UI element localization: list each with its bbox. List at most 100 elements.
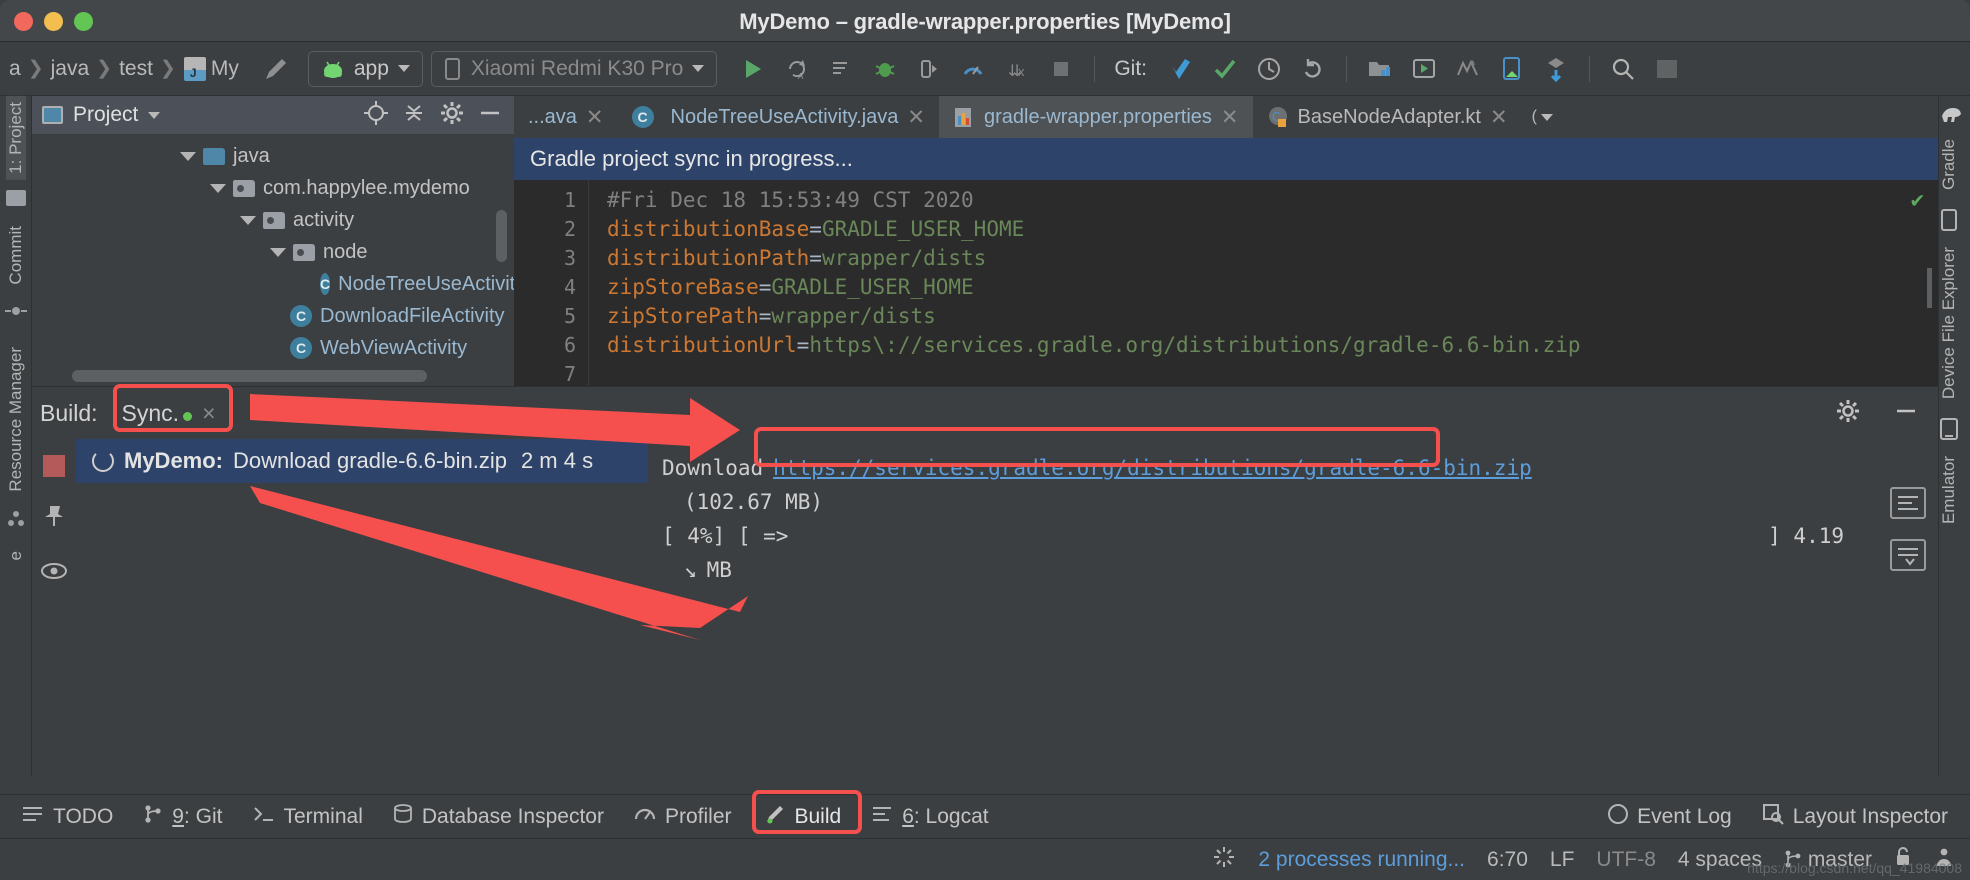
profiler-icon[interactable] bbox=[953, 49, 993, 89]
close-icon[interactable]: ✕ bbox=[1221, 105, 1239, 130]
close-icon[interactable]: ✕ bbox=[586, 105, 604, 130]
chevron-down-icon[interactable] bbox=[210, 183, 226, 193]
breadcrumb[interactable]: a ❯ java ❯ test ❯ My bbox=[0, 56, 246, 81]
bottom-item-terminal[interactable]: Terminal bbox=[241, 801, 375, 833]
stop-stepping-icon[interactable]: ⇊ x bbox=[997, 49, 1037, 89]
tree-item-nodetreeuseactivity[interactable]: C NodeTreeUseActivity bbox=[32, 268, 525, 300]
tab-nodetreeuseactivity[interactable]: C NodeTreeUseActivity.java ✕ bbox=[618, 96, 939, 138]
tree-item-downloadfileactivity[interactable]: C DownloadFileActivity bbox=[32, 300, 514, 332]
expand-icon[interactable] bbox=[1890, 487, 1926, 519]
sidebar-item-project[interactable]: 1: Project bbox=[5, 96, 26, 180]
bottom-item-git[interactable]: 9: Git bbox=[131, 800, 234, 834]
editor-vertical-scrollbar[interactable] bbox=[1927, 268, 1932, 308]
device-file-explorer-icon[interactable] bbox=[1492, 49, 1532, 89]
tree-item-node[interactable]: node bbox=[32, 236, 514, 268]
status-processes[interactable]: 2 processes running... bbox=[1258, 848, 1465, 872]
java-file-icon bbox=[183, 56, 206, 81]
project-vertical-scrollbar[interactable] bbox=[496, 210, 507, 262]
status-line-separator[interactable]: LF bbox=[1550, 848, 1575, 872]
tab-java-partial[interactable]: ...ava ✕ bbox=[514, 96, 618, 138]
settings-icon[interactable] bbox=[438, 99, 466, 132]
tab-basenodeadapter-kt[interactable]: C BaseNodeAdapter.kt ✕ bbox=[1253, 96, 1522, 138]
bottom-item-event-log[interactable]: Event Log bbox=[1596, 799, 1744, 835]
breadcrumb-item-3[interactable]: My bbox=[211, 57, 246, 81]
download-progress-line: [ 4%] [ => ] 4.19 bbox=[662, 519, 1878, 553]
tree-item-java[interactable]: java bbox=[32, 140, 514, 172]
history-icon[interactable] bbox=[1249, 49, 1289, 89]
project-view-icon bbox=[42, 106, 63, 124]
close-icon[interactable]: ✕ bbox=[1490, 105, 1508, 130]
chevron-down-icon[interactable] bbox=[240, 215, 256, 225]
chevron-down-icon[interactable] bbox=[180, 151, 196, 161]
settings-icon[interactable] bbox=[1834, 397, 1862, 430]
build-hammer-icon[interactable] bbox=[260, 54, 290, 84]
hide-icon[interactable] bbox=[1892, 397, 1920, 430]
download-url-link[interactable]: https://services.gradle.org/distribution… bbox=[773, 456, 1532, 480]
chevron-down-icon[interactable] bbox=[270, 247, 286, 257]
git-update-icon[interactable] bbox=[1161, 49, 1201, 89]
apply-changes-icon[interactable]: A bbox=[777, 49, 817, 89]
sdk-manager-icon[interactable] bbox=[1448, 49, 1488, 89]
chevron-down-icon[interactable] bbox=[148, 111, 161, 119]
bottom-item-build[interactable]: Build bbox=[750, 798, 854, 836]
project-tree[interactable]: java com.happylee.mydemo activity node C… bbox=[32, 134, 525, 364]
eye-icon[interactable] bbox=[40, 560, 68, 587]
inspection-ok-icon[interactable]: ✔ bbox=[1911, 188, 1924, 213]
code-key: distributionPath bbox=[607, 246, 810, 270]
code-line-2: distributionBase=GRADLE_USER_HOME bbox=[607, 215, 1938, 244]
stop-build-icon[interactable] bbox=[43, 455, 65, 477]
project-panel-header: Project bbox=[32, 96, 514, 134]
avd-manager-icon[interactable] bbox=[1404, 49, 1444, 89]
git-commit-icon[interactable] bbox=[1205, 49, 1245, 89]
pin-icon[interactable] bbox=[41, 503, 67, 534]
tree-item-webviewactivity[interactable]: C WebViewActivity bbox=[32, 332, 514, 364]
apply-code-changes-icon[interactable] bbox=[821, 49, 861, 89]
build-sync-tab[interactable]: Sync. × bbox=[105, 393, 232, 433]
stop-icon[interactable] bbox=[1041, 49, 1081, 89]
bottom-item-logcat[interactable]: 6: Logcat bbox=[859, 801, 1000, 833]
locate-icon[interactable] bbox=[362, 99, 390, 132]
collapse-all-icon[interactable] bbox=[400, 99, 428, 132]
chevron-down-icon[interactable] bbox=[1540, 113, 1553, 121]
search-icon[interactable] bbox=[1603, 49, 1643, 89]
undo-icon[interactable] bbox=[1293, 49, 1333, 89]
collapse-icon[interactable] bbox=[1890, 539, 1926, 571]
layout-capture-icon[interactable] bbox=[1536, 49, 1576, 89]
sidebar-item-resource-manager[interactable]: Resource Manager bbox=[6, 341, 26, 498]
sidebar-item-device-file-explorer[interactable]: Device File Explorer bbox=[1939, 241, 1959, 405]
build-task-row[interactable]: MyDemo: Download gradle-6.6-bin.zip 2 m … bbox=[76, 439, 648, 483]
breadcrumb-item-1[interactable]: java bbox=[44, 57, 97, 81]
close-icon[interactable]: × bbox=[202, 400, 215, 427]
breadcrumb-item-2[interactable]: test bbox=[112, 57, 160, 81]
bottom-item-todo[interactable]: TODO bbox=[10, 801, 125, 833]
tree-item-package-root[interactable]: com.happylee.mydemo bbox=[32, 172, 514, 204]
sidebar-item-commit[interactable]: Commit bbox=[6, 220, 26, 291]
git-branch-icon bbox=[143, 804, 163, 830]
build-task-tree[interactable]: MyDemo: Download gradle-6.6-bin.zip 2 m … bbox=[76, 439, 648, 777]
tab-gradle-wrapper-properties[interactable]: gradle-wrapper.properties ✕ bbox=[939, 96, 1253, 138]
hide-icon[interactable] bbox=[476, 99, 504, 132]
sidebar-item-e[interactable]: e bbox=[6, 545, 26, 566]
tree-item-activity[interactable]: activity bbox=[32, 204, 514, 236]
project-horizontal-scrollbar[interactable] bbox=[72, 370, 427, 382]
code-lines[interactable]: #Fri Dec 18 15:53:49 CST 2020 distributi… bbox=[588, 180, 1938, 386]
breadcrumb-item-0[interactable]: a bbox=[2, 57, 28, 81]
sidebar-item-gradle[interactable]: Gradle bbox=[1939, 133, 1959, 196]
status-encoding[interactable]: UTF-8 bbox=[1596, 848, 1656, 872]
device-selector[interactable]: Xiaomi Redmi K30 Pro bbox=[430, 50, 718, 87]
debug-icon[interactable] bbox=[865, 49, 905, 89]
bottom-item-layout-inspector[interactable]: Layout Inspector bbox=[1750, 799, 1960, 835]
bottom-item-database-inspector[interactable]: Database Inspector bbox=[381, 800, 616, 834]
status-caret-position[interactable]: 6:70 bbox=[1487, 848, 1528, 872]
module-selector[interactable]: app bbox=[307, 50, 423, 87]
bottom-item-profiler[interactable]: Profiler bbox=[622, 800, 744, 834]
attach-debugger-icon[interactable] bbox=[909, 49, 949, 89]
code-view[interactable]: 1 2 3 4 5 6 7 #Fri Dec 18 15:53:49 CST 2… bbox=[514, 180, 1938, 386]
sidebar-item-emulator[interactable]: Emulator bbox=[1939, 450, 1959, 530]
run-icon[interactable] bbox=[733, 49, 773, 89]
editor-tabs-overflow[interactable]: ( bbox=[1522, 96, 1563, 138]
close-icon[interactable]: ✕ bbox=[907, 105, 925, 130]
project-structure-icon[interactable] bbox=[1360, 49, 1400, 89]
menu-more-icon[interactable] bbox=[1647, 49, 1687, 89]
